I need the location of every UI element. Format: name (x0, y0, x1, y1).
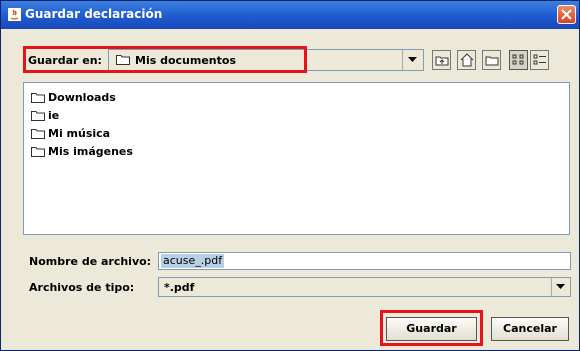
folder-icon (31, 147, 45, 157)
up-one-level-button[interactable] (432, 50, 451, 70)
list-item[interactable]: Mis imágenes (31, 143, 231, 159)
list-item[interactable]: ie (31, 107, 231, 123)
home-icon (460, 53, 474, 67)
close-icon (561, 9, 572, 20)
look-in-dropdown-button[interactable] (402, 50, 423, 70)
title-bar[interactable]: Guardar declaración (1, 1, 579, 29)
list-view-icon (512, 54, 524, 65)
chevron-down-icon (556, 284, 565, 289)
filetype-combo[interactable]: *.pdf (158, 277, 571, 297)
new-folder-icon (485, 56, 499, 66)
filename-input[interactable]: acuse_.pdf (158, 252, 571, 270)
filetype-dropdown-button[interactable] (551, 278, 570, 296)
list-item[interactable]: Mi música (31, 125, 231, 141)
file-name: Downloads (48, 91, 116, 104)
highlight-box-look-in (23, 46, 307, 73)
folder-icon (31, 129, 45, 139)
new-folder-button[interactable] (482, 50, 501, 70)
list-view-button[interactable] (509, 50, 528, 70)
home-button[interactable] (457, 50, 476, 70)
up-folder-icon (435, 56, 449, 66)
filename-value: acuse_.pdf (161, 254, 225, 268)
file-name: Mi música (48, 127, 111, 140)
details-view-button[interactable] (530, 50, 549, 70)
chevron-down-icon (408, 57, 417, 62)
dialog-title: Guardar declaración (25, 7, 163, 21)
filetype-value: *.pdf (164, 281, 195, 294)
highlight-box-save (380, 310, 483, 346)
file-list[interactable]: Downloads ie Mi música Mis imágenes (23, 82, 570, 235)
list-item[interactable]: Downloads (31, 89, 231, 105)
details-view-icon (533, 54, 546, 65)
filetype-label: Archivos de tipo: (29, 281, 135, 294)
file-name: Mis imágenes (48, 145, 133, 158)
filename-label: Nombre de archivo: (29, 255, 152, 268)
file-name: ie (48, 109, 60, 122)
cancel-button[interactable]: Cancelar (491, 317, 569, 341)
folder-icon (31, 111, 45, 121)
folder-icon (31, 93, 45, 103)
java-app-icon (8, 8, 21, 21)
save-dialog: Guardar declaración Guardar en: Mis docu… (0, 0, 580, 351)
close-button[interactable] (557, 5, 576, 24)
